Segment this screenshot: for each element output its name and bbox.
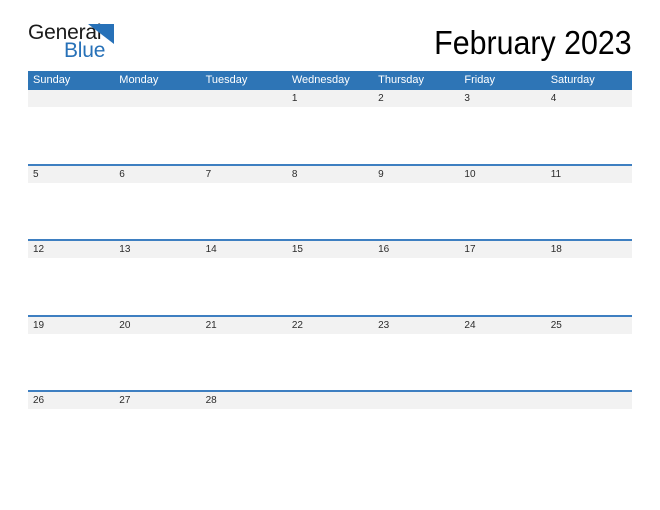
day-cell[interactable]: 5 <box>28 166 114 183</box>
calendar-page: General Blue February 2023 Sunday Monday… <box>0 0 660 510</box>
day-cell[interactable]: 20 <box>114 317 200 334</box>
day-cell[interactable]: 26 <box>28 392 114 409</box>
day-cell[interactable]: 23 <box>373 317 459 334</box>
day-cell[interactable]: 14 <box>201 241 287 258</box>
week-date-band: 26 27 28 <box>28 392 632 409</box>
day-cell[interactable]: 24 <box>459 317 545 334</box>
dow-wednesday: Wednesday <box>291 74 350 86</box>
day-cell[interactable] <box>459 392 545 409</box>
day-cell[interactable]: 2 <box>373 90 459 107</box>
day-cell[interactable]: 11 <box>546 166 632 183</box>
day-cell[interactable]: 7 <box>201 166 287 183</box>
day-cell[interactable]: 3 <box>459 90 545 107</box>
day-cell[interactable] <box>201 90 287 107</box>
day-cell[interactable]: 6 <box>114 166 200 183</box>
week-date-band: 19 20 21 22 23 24 25 <box>28 316 632 334</box>
day-cell[interactable]: 1 <box>287 90 373 107</box>
dow-saturday: Saturday <box>550 74 595 86</box>
day-cell[interactable]: 17 <box>459 241 545 258</box>
week-row: 5 6 7 8 9 10 11 <box>28 163 632 239</box>
page-title: February 2023 <box>434 24 632 61</box>
day-cell[interactable] <box>546 392 632 409</box>
day-cell[interactable]: 10 <box>459 166 545 183</box>
week-notes-area[interactable] <box>28 258 632 315</box>
week-row: 26 27 28 <box>28 390 632 466</box>
day-cell[interactable]: 22 <box>287 317 373 334</box>
day-cell[interactable]: 8 <box>287 166 373 183</box>
day-cell[interactable]: 12 <box>28 241 114 258</box>
week-date-band: 12 13 14 15 16 17 18 <box>28 241 632 258</box>
general-blue-logo: General Blue <box>28 22 228 66</box>
week-row: 19 20 21 22 23 24 25 <box>28 314 632 390</box>
week-notes-area[interactable] <box>28 333 632 390</box>
page-header: General Blue February 2023 <box>28 22 632 66</box>
day-cell[interactable]: 16 <box>373 241 459 258</box>
day-cell[interactable]: 15 <box>287 241 373 258</box>
dow-sunday: Sunday <box>33 74 71 86</box>
day-of-week-header-row: Sunday Monday Tuesday Wednesday Thursday… <box>28 71 632 90</box>
week-row: 1 2 3 4 <box>28 90 632 164</box>
day-cell[interactable]: 13 <box>114 241 200 258</box>
day-cell[interactable] <box>373 392 459 409</box>
day-cell[interactable]: 9 <box>373 166 459 183</box>
calendar-grid: Sunday Monday Tuesday Wednesday Thursday… <box>28 71 632 466</box>
day-cell[interactable]: 28 <box>201 392 287 409</box>
day-cell[interactable] <box>28 90 114 107</box>
week-date-band: 1 2 3 4 <box>28 90 632 107</box>
day-cell[interactable] <box>287 392 373 409</box>
day-cell[interactable]: 19 <box>28 317 114 334</box>
day-cell[interactable]: 27 <box>114 392 200 409</box>
day-cell[interactable]: 21 <box>201 317 287 334</box>
week-row: 12 13 14 15 16 17 18 <box>28 239 632 315</box>
day-cell[interactable]: 4 <box>546 90 632 107</box>
day-cell[interactable] <box>114 90 200 107</box>
day-cell[interactable]: 18 <box>546 241 632 258</box>
logo-text-blue: Blue <box>64 39 106 62</box>
dow-tuesday: Tuesday <box>205 74 248 86</box>
dow-thursday: Thursday <box>378 74 424 86</box>
week-notes-area[interactable] <box>28 409 632 466</box>
day-cell[interactable]: 25 <box>546 317 632 334</box>
week-notes-area[interactable] <box>28 182 632 239</box>
dow-monday: Monday <box>119 74 159 86</box>
week-date-band: 5 6 7 8 9 10 11 <box>28 165 632 183</box>
week-notes-area[interactable] <box>28 107 632 164</box>
dow-friday: Friday <box>464 74 495 86</box>
